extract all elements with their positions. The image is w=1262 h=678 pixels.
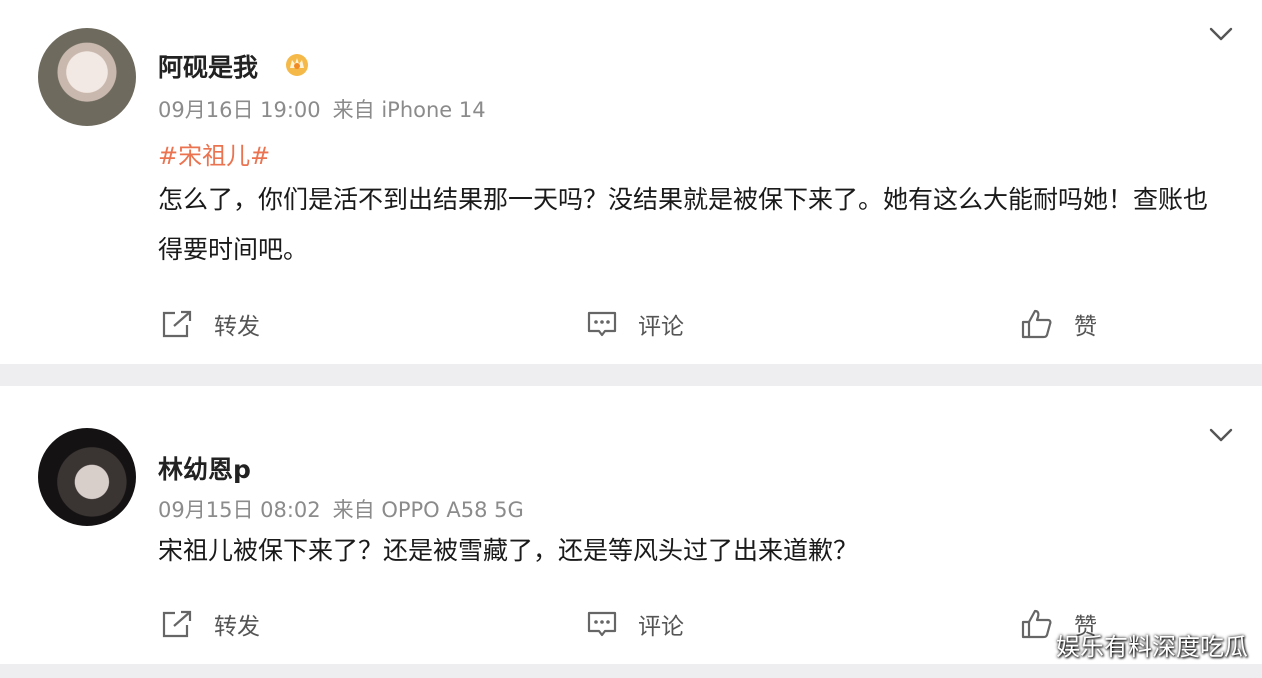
weibo-post: 林幼恩p 09月15日 08:02 来自 OPPO A58 5G 宋祖儿被保下来了…	[0, 386, 1262, 664]
comment-button[interactable]: 评论	[586, 607, 684, 641]
vip-crown-icon	[286, 54, 308, 76]
comment-label: 评论	[638, 614, 684, 640]
repost-label: 转发	[214, 614, 260, 640]
repost-button[interactable]: 转发	[160, 607, 260, 641]
comment-label: 评论	[638, 314, 684, 340]
post-date: 09月15日 08:02	[158, 498, 321, 522]
post-content: 宋祖儿被保下来了？还是被雪藏了，还是等风头过了出来道歉？	[158, 536, 859, 565]
post-source: 来自 iPhone 14	[332, 98, 486, 122]
chevron-down-icon[interactable]	[1208, 426, 1234, 444]
avatar[interactable]	[38, 28, 136, 126]
post-source: 来自 OPPO A58 5G	[332, 498, 524, 522]
comment-icon	[587, 611, 617, 637]
chevron-down-icon[interactable]	[1208, 25, 1234, 43]
thumbs-up-icon	[1021, 609, 1052, 639]
repost-icon	[162, 610, 192, 638]
thumbs-up-icon	[1021, 309, 1052, 339]
username[interactable]: 林幼恩p	[158, 450, 251, 486]
watermark: 娱乐有料深度吃瓜	[1056, 633, 1248, 661]
repost-button[interactable]: 转发	[160, 307, 260, 341]
avatar[interactable]	[38, 428, 136, 526]
post-meta: 09月16日 19:00 来自 iPhone 14	[158, 94, 498, 124]
comment-icon	[587, 311, 617, 337]
repost-icon	[162, 310, 192, 338]
topic-link[interactable]: #宋祖儿#	[158, 136, 270, 171]
comment-button[interactable]: 评论	[586, 307, 684, 341]
post-meta: 09月15日 08:02 来自 OPPO A58 5G	[158, 494, 536, 524]
post-content: 怎么了，你们是活不到出结果那一天吗？没结果就是被保下来了。她有这么大能耐吗她！查…	[158, 185, 1209, 264]
weibo-post: 阿砚是我 09月16日 19:00 来自 iPhone 14 #宋祖儿# 怎么了，…	[0, 0, 1262, 364]
repost-label: 转发	[214, 314, 260, 340]
like-label: 赞	[1074, 314, 1097, 340]
like-button[interactable]: 赞	[1020, 307, 1097, 341]
username[interactable]: 阿砚是我	[158, 48, 258, 84]
post-date: 09月16日 19:00	[158, 98, 321, 122]
